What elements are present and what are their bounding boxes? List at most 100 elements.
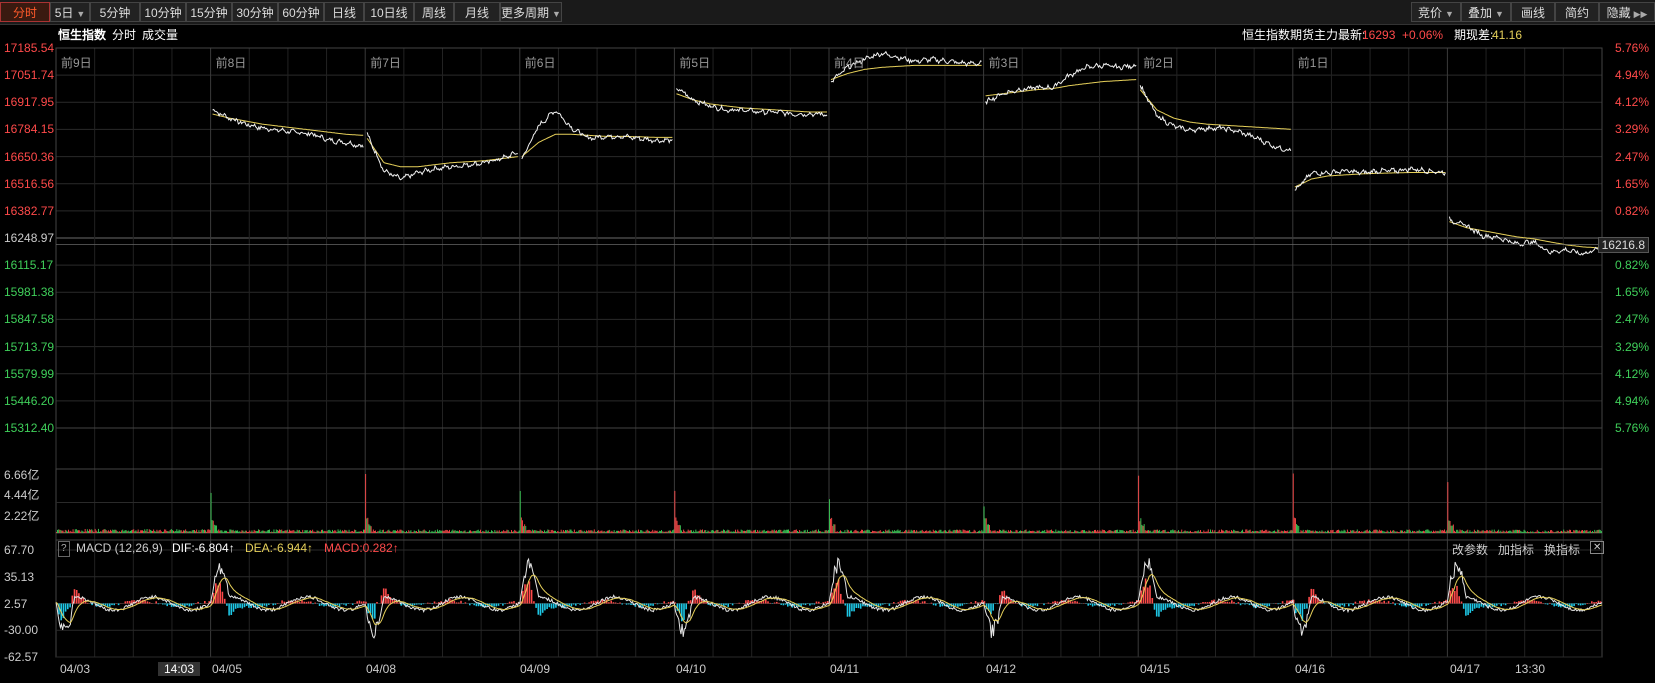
macd-histogram-bar — [824, 601, 827, 604]
macd-histogram-bar — [1074, 600, 1076, 604]
volume-bar — [1579, 531, 1581, 533]
volume-bar — [1450, 525, 1452, 533]
volume-bar — [814, 530, 816, 533]
close-icon[interactable]: ✕ — [1590, 541, 1605, 554]
volume-bar — [1128, 531, 1130, 533]
volume-bar — [334, 530, 336, 533]
macd-histogram-bar — [1458, 596, 1460, 604]
volume-bar — [1282, 531, 1284, 533]
macd-histogram-bar — [1246, 603, 1248, 605]
volume-bar — [1099, 530, 1101, 533]
macd-histogram-bar — [888, 603, 891, 606]
volume-bar — [1290, 529, 1292, 533]
macd-histogram-bar — [1427, 603, 1430, 605]
volume-bar — [200, 530, 202, 533]
macd-histogram-bar — [128, 601, 131, 604]
volume-bar — [1288, 532, 1290, 533]
volume-bar — [147, 531, 149, 533]
volume-bar — [82, 531, 84, 533]
volume-bar — [1390, 530, 1391, 533]
volume-bar — [589, 530, 591, 533]
intraday-chart[interactable] — [0, 0, 1655, 683]
volume-bar — [1041, 531, 1042, 533]
macd-button-1[interactable]: 加指标 — [1498, 541, 1534, 558]
volume-bar — [1195, 531, 1197, 533]
volume-bar — [1037, 530, 1039, 533]
volume-bar — [1447, 482, 1449, 533]
volume-bar — [1300, 530, 1302, 533]
macd-histogram-bar — [930, 602, 933, 604]
volume-bar — [297, 530, 299, 533]
volume-bar — [424, 530, 426, 533]
volume-bar — [1479, 531, 1481, 533]
volume-bar — [378, 531, 380, 533]
volume-bar — [473, 531, 475, 533]
macd-histogram-bar — [614, 602, 617, 604]
volume-bar — [492, 531, 494, 533]
volume-bar — [929, 530, 931, 533]
volume-bar — [155, 531, 157, 533]
volume-bar — [863, 531, 865, 533]
volume-bar — [998, 531, 999, 533]
volume-bar — [1073, 532, 1074, 533]
volume-bar — [395, 530, 396, 533]
volume-bar — [459, 530, 460, 533]
macd-histogram-bar — [1498, 603, 1500, 605]
volume-bar — [1369, 530, 1370, 533]
volume-bar — [1270, 531, 1272, 533]
volume-bar — [890, 531, 892, 533]
volume-bar — [731, 531, 733, 533]
volume-bar — [582, 531, 584, 533]
volume-bar — [264, 531, 266, 533]
volume-bar — [1352, 530, 1354, 533]
volume-bar — [826, 530, 828, 533]
macd-histogram-bar — [818, 601, 820, 604]
macd-button-0[interactable]: 改参数 — [1452, 541, 1488, 558]
volume-bar — [612, 531, 614, 533]
volume-bar — [879, 530, 881, 533]
macd-histogram-bar — [776, 601, 778, 604]
volume-bar — [572, 532, 574, 533]
volume-bar — [900, 532, 902, 533]
volume-bar — [580, 529, 582, 533]
volume-bar — [114, 529, 116, 533]
volume-bar — [693, 530, 695, 533]
volume-bar — [1551, 530, 1553, 533]
volume-bar — [202, 530, 204, 533]
volume-bar — [1172, 529, 1174, 533]
volume-bar — [60, 530, 62, 533]
macd-histogram-bar — [67, 603, 69, 610]
volume-bar — [985, 518, 987, 533]
volume-bar — [1570, 529, 1571, 533]
volume-bar — [194, 530, 195, 533]
macd-button-2[interactable]: 换指标 — [1544, 541, 1580, 558]
macd-histogram-bar — [321, 603, 323, 606]
macd-histogram-bar — [579, 603, 581, 605]
volume-bar — [1083, 530, 1084, 533]
macd-histogram-bar — [1111, 603, 1114, 605]
volume-bar — [970, 531, 972, 533]
volume-bar — [549, 532, 551, 533]
volume-bar — [98, 528, 99, 533]
volume-bar — [220, 530, 222, 533]
volume-bar — [209, 530, 211, 533]
volume-bar — [758, 531, 760, 533]
volume-bar — [1113, 530, 1115, 533]
volume-bar — [463, 530, 465, 533]
volume-bar — [1118, 532, 1120, 533]
volume-bar — [1101, 529, 1103, 533]
volume-bar — [629, 530, 630, 533]
volume-bar — [1471, 531, 1473, 533]
volume-bar — [1339, 530, 1341, 533]
macd-histogram-bar — [263, 603, 266, 606]
volume-bar — [939, 529, 941, 533]
volume-bar — [736, 531, 738, 533]
volume-bar — [942, 531, 944, 533]
volume-bar — [861, 529, 862, 533]
macd-histogram-bar — [1149, 585, 1151, 604]
volume-bar — [63, 532, 65, 533]
volume-bar — [1031, 531, 1032, 533]
volume-bar — [1035, 532, 1037, 533]
volume-bar — [1239, 532, 1241, 533]
macd-histogram-bar — [1500, 603, 1502, 607]
